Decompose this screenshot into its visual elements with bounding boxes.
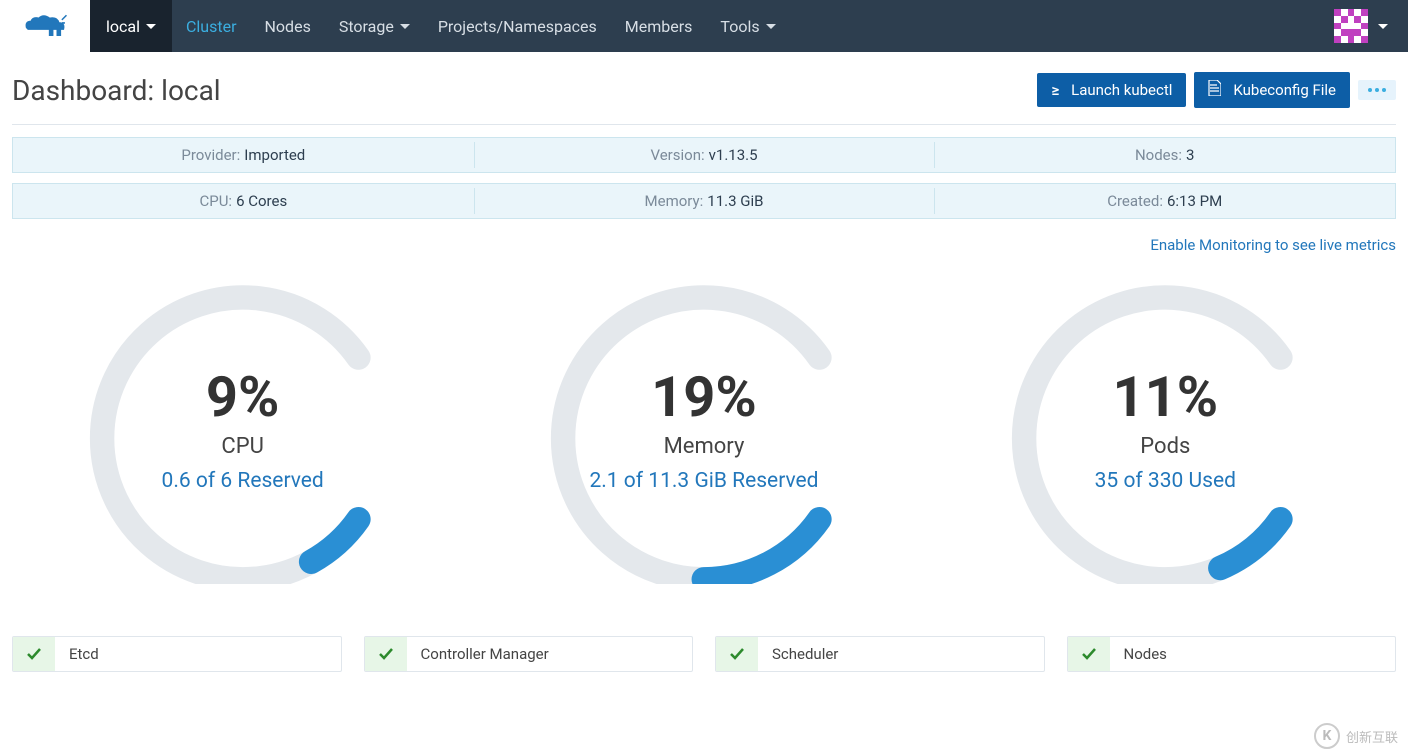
component-status[interactable]: Etcd — [12, 636, 342, 672]
kebab-icon — [1368, 88, 1386, 92]
info-cell: Created:6:13 PM — [934, 184, 1395, 218]
gauge-memory: 19% Memory 2.1 of 11.3 GiB Reserved — [504, 274, 904, 588]
chevron-down-icon — [400, 24, 410, 29]
terminal-icon: ≥ — [1051, 81, 1059, 99]
check-icon — [716, 637, 758, 671]
gauge-label: Memory — [504, 434, 904, 459]
gauge-subtitle: 0.6 of 6 Reserved — [43, 469, 443, 493]
page-title: Dashboard: local — [12, 74, 221, 107]
info-bar: CPU:6 CoresMemory:11.3 GiBCreated:6:13 P… — [12, 183, 1396, 219]
gauges: 9% CPU 0.6 of 6 Reserved 19% Memory 2.1 … — [12, 264, 1396, 628]
nav-tools[interactable]: Tools — [706, 0, 789, 52]
chevron-down-icon — [766, 24, 776, 29]
info-cell: Provider:Imported — [13, 138, 474, 172]
component-status[interactable]: Controller Manager — [364, 636, 694, 672]
avatar — [1334, 9, 1368, 43]
page-header: Dashboard: local ≥ Launch kubectl Kubeco… — [12, 64, 1396, 124]
gauge-subtitle: 35 of 330 Used — [965, 469, 1365, 493]
check-icon — [1068, 637, 1110, 671]
component-label: Controller Manager — [407, 637, 563, 671]
info-cell: CPU:6 Cores — [13, 184, 474, 218]
more-actions-button[interactable] — [1358, 80, 1396, 100]
gauge-subtitle: 2.1 of 11.3 GiB Reserved — [504, 469, 904, 493]
nav-projects[interactable]: Projects/Namespaces — [424, 0, 611, 52]
info-cell: Nodes:3 — [934, 138, 1395, 172]
cluster-switcher-label: local — [106, 17, 140, 36]
component-status-row: Etcd Controller Manager Scheduler Nodes — [12, 628, 1396, 686]
gauge-label: CPU — [43, 434, 443, 459]
gauge-percent: 9% — [43, 364, 443, 430]
top-nav: local Cluster Nodes Storage Projects/Nam… — [0, 0, 1408, 52]
gauge-percent: 19% — [504, 364, 904, 430]
info-bars: Provider:ImportedVersion:v1.13.5Nodes:3 C… — [12, 137, 1396, 219]
component-label: Nodes — [1110, 637, 1181, 671]
logo[interactable] — [0, 0, 90, 52]
info-cell: Memory:11.3 GiB — [474, 184, 935, 218]
watermark: K 创新互联 — [1314, 723, 1398, 749]
gauge-pods: 11% Pods 35 of 330 Used — [965, 274, 1365, 588]
nav-nodes[interactable]: Nodes — [251, 0, 325, 52]
user-menu[interactable] — [1324, 0, 1408, 52]
cluster-switcher[interactable]: local — [90, 0, 172, 52]
gauge-percent: 11% — [965, 364, 1365, 430]
kubeconfig-button[interactable]: Kubeconfig File — [1194, 72, 1350, 108]
file-icon — [1208, 80, 1221, 100]
gauge-cpu: 9% CPU 0.6 of 6 Reserved — [43, 274, 443, 588]
nav-storage[interactable]: Storage — [325, 0, 424, 52]
gauge-label: Pods — [965, 434, 1365, 459]
check-icon — [13, 637, 55, 671]
nav-cluster[interactable]: Cluster — [172, 0, 251, 52]
info-bar: Provider:ImportedVersion:v1.13.5Nodes:3 — [12, 137, 1396, 173]
component-label: Etcd — [55, 637, 113, 671]
chevron-down-icon — [1378, 24, 1388, 29]
chevron-down-icon — [146, 24, 156, 29]
check-icon — [365, 637, 407, 671]
info-cell: Version:v1.13.5 — [474, 138, 935, 172]
enable-monitoring-link[interactable]: Enable Monitoring to see live metrics — [1150, 236, 1396, 254]
component-status[interactable]: Scheduler — [715, 636, 1045, 672]
launch-kubectl-button[interactable]: ≥ Launch kubectl — [1037, 73, 1186, 107]
component-label: Scheduler — [758, 637, 852, 671]
nav-members[interactable]: Members — [611, 0, 707, 52]
component-status[interactable]: Nodes — [1067, 636, 1397, 672]
